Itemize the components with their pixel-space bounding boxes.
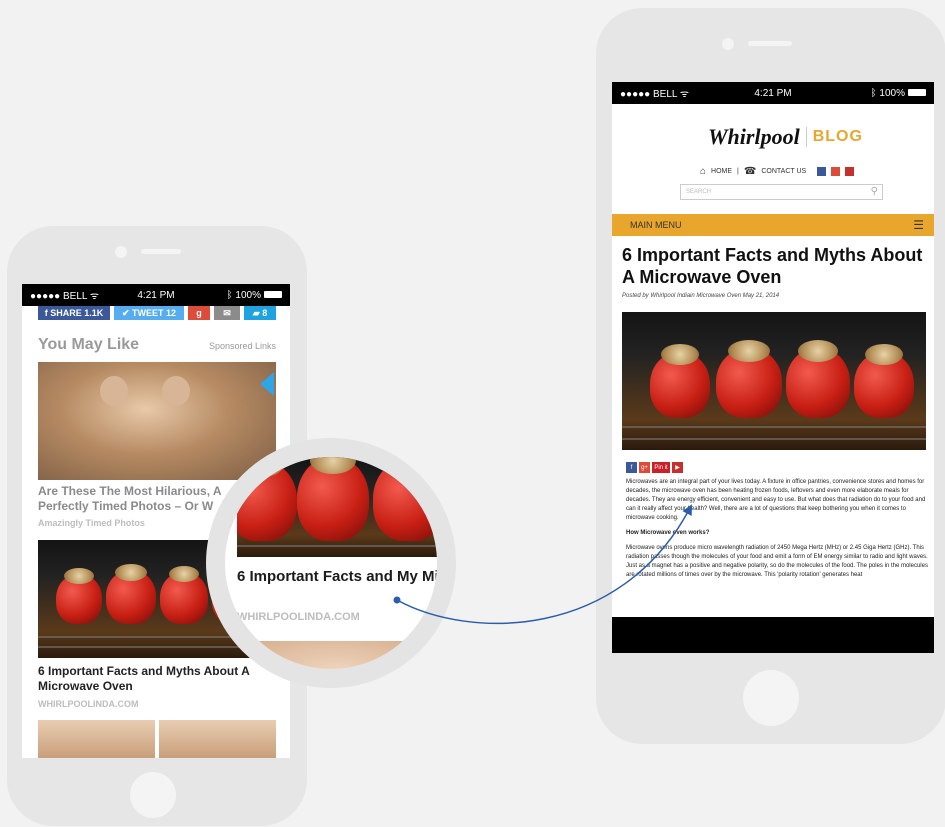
share-bar: f SHARE 1.1K ✔ TWEET 12 g ✉ ▰ 8 (38, 306, 278, 320)
article-title-link[interactable]: 6 Important Facts and Myths About A Micr… (38, 664, 278, 694)
pinterest-icon[interactable]: Pin it (652, 462, 670, 473)
article-title: 6 Important Facts and Myths About A Micr… (622, 245, 923, 287)
face-image (159, 720, 276, 758)
right-phone-side-button (0, 116, 4, 160)
sponsored-links-label[interactable]: Sponsored Links (209, 341, 276, 351)
blog-label: BLOG (812, 128, 863, 145)
phone-icon: ☎ (743, 166, 757, 177)
clock: 4:21 PM (754, 87, 792, 99)
apple-image (297, 457, 369, 541)
search-icon[interactable]: ⚲ (871, 186, 878, 197)
magnified-article-title[interactable]: 6 Important Facts and My Microwave Oven (237, 567, 437, 586)
nav-contact-us[interactable]: CONTACT US (761, 168, 806, 175)
apple-image (106, 563, 156, 624)
nav-divider: | (737, 168, 739, 175)
main-menu-bar[interactable]: MAIN MENU ☰ (612, 214, 934, 236)
carrier-signal: ●●●●● BELL ᯤ (30, 291, 99, 302)
battery-icon (264, 291, 282, 299)
magnifier-callout: 6 Important Facts and My Microwave Oven … (206, 438, 456, 688)
apple-image (716, 339, 782, 418)
article-source: Amazingly Timed Photos (38, 518, 145, 528)
blog-header: Whirlpool BLOG ⌂ HOME | ☎ CONTACT US SEA… (612, 104, 934, 212)
right-phone-home-button[interactable] (743, 670, 799, 726)
face-image (38, 720, 155, 758)
left-phone-power-button (0, 80, 4, 116)
left-phone-side-button (0, 0, 4, 40)
cat-ear (100, 376, 128, 406)
article-body: Microwaves are an integral part of your … (626, 478, 928, 586)
apple-image (160, 565, 208, 624)
email-share-button[interactable]: ✉ (214, 306, 240, 320)
article-source: WHIRLPOOLINDA.COM (38, 699, 139, 709)
apple-image (854, 344, 914, 418)
comments-button[interactable]: ▰ 8 (244, 306, 276, 320)
article-hero-image (622, 312, 926, 450)
carrier-signal: ●●●●● BELL ᯤ (620, 89, 689, 100)
oven-rack (622, 438, 926, 440)
home-icon: ⌂ (700, 166, 707, 177)
left-phone-speaker (141, 249, 181, 254)
left-phone-camera (115, 246, 127, 258)
article-paragraph: Microwaves are an integral part of your … (626, 479, 926, 521)
magnified-face-image (255, 641, 415, 669)
search-input[interactable]: SEARCH ⚲ (680, 184, 883, 200)
facebook-share-button[interactable]: f SHARE 1.1K (38, 306, 110, 320)
right-phone-speaker (748, 41, 792, 46)
faces-thumbnail[interactable] (38, 720, 276, 758)
page-footer (612, 617, 934, 653)
search-placeholder: SEARCH (686, 189, 712, 195)
google-plus-icon[interactable] (831, 167, 841, 176)
youtube-icon[interactable] (845, 167, 855, 176)
hamburger-menu-icon[interactable]: ☰ (913, 218, 924, 232)
right-phone-side-button (0, 160, 4, 204)
article-paragraph: Microwave ovens produce micro wavelength… (626, 545, 928, 578)
main-menu-label: MAIN MENU (630, 220, 682, 230)
tweet-button[interactable]: ✔ TWEET 12 (114, 306, 184, 320)
google-plus-icon[interactable]: g+ (639, 462, 650, 473)
article-subheading: How Microwave oven works? (626, 530, 710, 536)
google-share-button[interactable]: g (188, 306, 210, 320)
oven-rack (622, 426, 926, 428)
left-phone-home-button[interactable] (130, 772, 176, 818)
battery-icon (908, 89, 926, 97)
nav-home[interactable]: HOME (711, 168, 732, 175)
apple-image (650, 344, 710, 418)
status-bar: ●●●●● BELL ᯤ 4:21 PM ᛒ 100% (22, 284, 290, 306)
cat-ear (162, 376, 190, 406)
battery-status: ᛒ 100% (824, 88, 926, 99)
right-phone-screen: ●●●●● BELL ᯤ 4:21 PM ᛒ 100% Whirlpool BL… (612, 82, 934, 653)
whirlpool-logo: Whirlpool (708, 124, 800, 149)
logo-divider (805, 127, 807, 147)
right-phone-camera (722, 38, 734, 50)
clock: 4:21 PM (137, 289, 175, 301)
magnified-apples-image (237, 457, 437, 557)
whirlpool-blog-logo[interactable]: Whirlpool BLOG (708, 124, 863, 150)
apple-image (373, 457, 437, 541)
oven-rack (237, 545, 437, 547)
magnified-source: WHIRLPOOLINDA.COM (237, 611, 360, 623)
apple-image (56, 568, 102, 624)
facebook-icon[interactable] (817, 167, 827, 176)
facebook-icon[interactable]: f (626, 462, 637, 473)
magnifier-lens: 6 Important Facts and My Microwave Oven … (225, 457, 437, 669)
you-may-like-header: You May Like Sponsored Links (38, 336, 276, 354)
top-nav: ⌂ HOME | ☎ CONTACT US (700, 166, 855, 177)
apple-image (237, 457, 297, 541)
youtube-icon[interactable]: ▶ (672, 462, 683, 473)
apple-image (786, 339, 850, 418)
section-title: You May Like (38, 336, 140, 353)
status-bar: ●●●●● BELL ᯤ 4:21 PM ᛒ 100% (612, 82, 934, 104)
battery-status: ᛒ 100% (198, 290, 282, 301)
social-share-icons: f g+ Pin it ▶ (626, 462, 683, 473)
left-phone-side-button (0, 40, 4, 80)
posted-by-line: Posted by Whirlpool Indiain Microwave Ov… (622, 293, 780, 299)
next-arrow-icon[interactable] (260, 372, 274, 396)
